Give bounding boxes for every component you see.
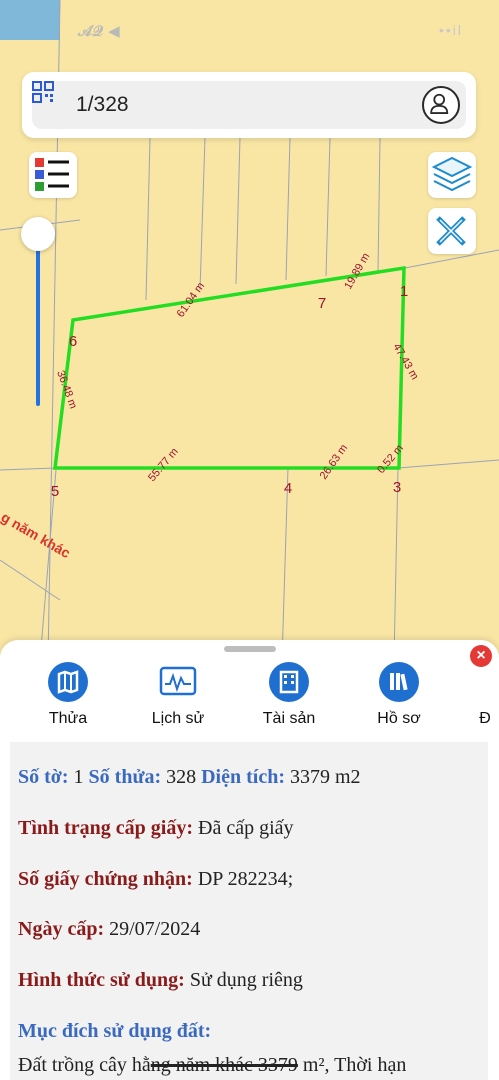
so-giay-value: DP 282234;	[197, 868, 294, 890]
vertex-5: 5	[51, 483, 59, 500]
vertex-3: 3	[393, 479, 401, 496]
row-tinh-trang: Tình trạng cấp giấy: Đã cấp giấy	[18, 817, 294, 840]
muc-dich-value-a: Đất trồng cây hằ	[18, 1054, 151, 1076]
so-thua-value: 328	[166, 766, 197, 788]
vertex-4: 4	[284, 480, 292, 497]
vertex-1: 1	[400, 283, 408, 300]
zoom-slider-handle[interactable]	[21, 217, 55, 251]
map-icon	[48, 662, 88, 702]
so-giay-label: Số giấy chứng nhận:	[18, 868, 193, 890]
info-bottom-sheet[interactable]: × Thửa Lịch sử Tài sản Hồ sơ Đ Số tờ: 1 …	[0, 640, 499, 1080]
so-thua-label: Số thửa:	[88, 766, 162, 788]
edge-label-47-43: 47.43 m	[390, 342, 420, 382]
row-so-to: Số tờ: 1 Số thửa: 328 Diện tích: 3379 m2	[18, 766, 361, 789]
layers-icon	[431, 156, 473, 192]
ngay-cap-value: 29/07/2024	[109, 918, 201, 940]
dien-tich-value: 3379 m2	[290, 766, 361, 788]
edge-label-36-48: 36.48 m	[54, 369, 79, 410]
status-bar-left: 𝒜𝒬 ◀	[78, 22, 120, 40]
hinh-thuc-label: Hình thức sử dụng:	[18, 969, 185, 991]
tab-more[interactable]: Đ	[440, 662, 499, 728]
zoom-slider-track[interactable]	[36, 236, 40, 406]
row-muc-dich-value: Đất trồng cây hằng năm khác 3379 m², Thờ…	[18, 1054, 406, 1077]
building-icon	[269, 662, 309, 702]
muc-dich-value-struck: ng năm khác 3379	[150, 1054, 298, 1076]
layers-button[interactable]	[428, 152, 476, 198]
edge-label-0-52: 0.52 m	[375, 442, 406, 475]
vertex-6: 6	[69, 333, 77, 350]
dien-tich-label: Diện tích:	[201, 766, 285, 788]
ruler-pencil-icon	[436, 216, 466, 246]
search-bar[interactable]: 1/328	[22, 72, 476, 138]
road-label: g năm khác	[0, 509, 73, 561]
parcel-boundary	[53, 265, 406, 470]
qr-code-icon[interactable]	[32, 81, 54, 103]
user-profile-icon[interactable]	[422, 86, 460, 124]
edge-label-19-89: 19.89 m	[342, 251, 372, 291]
books-icon	[379, 662, 419, 702]
ngay-cap-label: Ngày cấp:	[18, 918, 105, 940]
tab-thua[interactable]: Thửa	[23, 662, 113, 728]
search-input[interactable]: 1/328	[76, 93, 129, 117]
tab-bar: Thửa Lịch sử Tài sản Hồ sơ Đ	[0, 662, 499, 742]
tinh-trang-label: Tình trạng cấp giấy:	[18, 817, 194, 839]
tab-lich-su[interactable]: Lịch sử	[133, 662, 223, 728]
muc-dich-value-c: m², Thời hạn	[297, 1054, 407, 1076]
row-hinh-thuc: Hình thức sử dụng: Sử dụng riêng	[18, 969, 303, 992]
more-icon	[465, 662, 499, 702]
muc-dich-label: Mục đích sử dụng đất:	[18, 1020, 212, 1042]
row-ngay-cap: Ngày cấp: 29/07/2024	[18, 918, 200, 941]
so-to-label: Số tờ:	[18, 766, 69, 788]
legend-list-icon	[35, 158, 69, 191]
hinh-thuc-value: Sử dụng riêng	[189, 969, 303, 991]
row-muc-dich: Mục đích sử dụng đất:	[18, 1020, 211, 1043]
vertex-7: 7	[318, 295, 326, 312]
edge-label-55-77: 55.77 m	[146, 446, 181, 484]
tab-lich-su-label: Lịch sử	[151, 710, 205, 727]
parcel-info-panel: Số tờ: 1 Số thửa: 328 Diện tích: 3379 m2…	[10, 742, 488, 1080]
tab-more-label: Đ	[479, 710, 491, 727]
tab-thua-label: Thửa	[48, 710, 88, 727]
tab-tai-san[interactable]: Tài sản	[244, 662, 334, 728]
tinh-trang-value: Đã cấp giấy	[198, 817, 294, 839]
tab-ho-so[interactable]: Hồ sơ	[354, 662, 444, 728]
chart-icon	[158, 662, 198, 702]
legend-button[interactable]	[29, 152, 77, 198]
tab-ho-so-label: Hồ sơ	[377, 710, 421, 727]
map-view[interactable]: 1 3 4 5 6 7 19.89 m 47.43 m 0.52 m 26.63…	[0, 0, 499, 660]
measure-button[interactable]	[428, 208, 476, 254]
sheet-drag-handle[interactable]	[224, 646, 276, 652]
row-so-giay: Số giấy chứng nhận: DP 282234;	[18, 868, 293, 891]
signal-indicator: ••il	[438, 22, 463, 38]
tab-tai-san-label: Tài sản	[262, 710, 316, 727]
edge-label-26-63: 26.63 m	[318, 442, 351, 481]
so-to-value: 1	[73, 766, 84, 788]
